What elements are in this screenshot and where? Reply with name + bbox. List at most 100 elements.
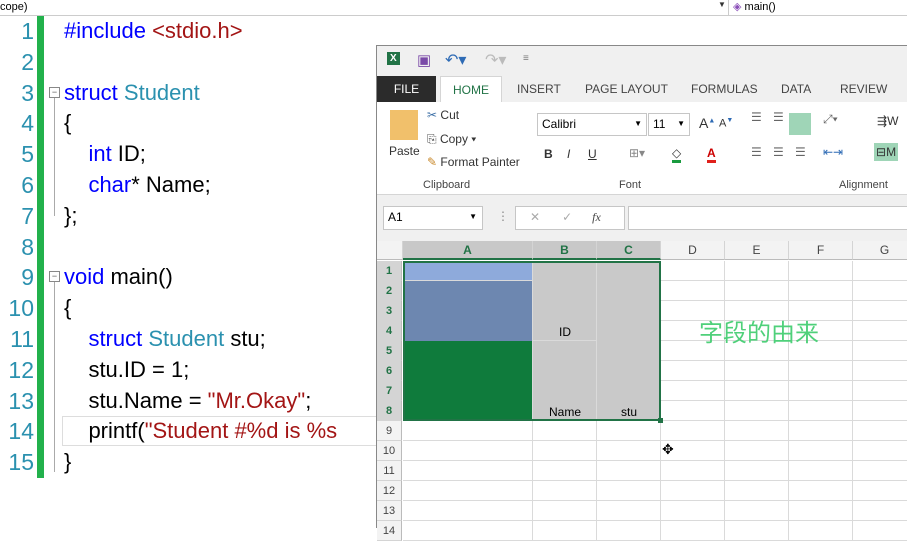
merge-button[interactable]: ⊟M [874, 143, 899, 161]
copy-button[interactable]: ⎘ Copy ▾ [427, 132, 476, 147]
collapse-icon[interactable]: − [49, 87, 60, 98]
cell-G11[interactable] [853, 461, 907, 481]
row-header-11[interactable]: 11 [377, 461, 402, 481]
cell-D1[interactable] [661, 261, 725, 281]
code-line[interactable]: } [64, 447, 71, 477]
row-header-2[interactable]: 2 [377, 281, 402, 301]
row-header-14[interactable]: 14 [377, 521, 402, 541]
redo-icon[interactable]: ↷▾ [485, 50, 506, 70]
cell-A9[interactable] [403, 421, 533, 441]
cell-F11[interactable] [789, 461, 853, 481]
align-bottom-icon[interactable] [789, 113, 811, 135]
code-line[interactable]: { [64, 108, 71, 138]
cell-G5[interactable] [853, 341, 907, 361]
cell-F7[interactable] [789, 381, 853, 401]
paste-button[interactable]: Paste [389, 144, 420, 158]
spreadsheet-grid[interactable]: A B C D E F G 1 2 3 4 5 6 7 8 9 10 11 12 13 14 ID Name stu 字段的由来… [377, 241, 907, 541]
chevron-down-icon[interactable]: ▼ [718, 0, 726, 9]
row-header-4[interactable]: 4 [377, 321, 402, 341]
row-header-3[interactable]: 3 [377, 301, 402, 321]
cell-D12[interactable] [661, 481, 725, 501]
cut-button[interactable]: ✂ Cut [427, 108, 459, 122]
decrease-font-icon[interactable]: A▼ [719, 117, 733, 130]
cell-G7[interactable] [853, 381, 907, 401]
align-top-icon[interactable]: ☰ [751, 110, 762, 124]
font-name-dropdown[interactable]: Calibri ▼ [537, 113, 647, 136]
tab-insert[interactable]: INSERT [517, 76, 561, 102]
cell-D6[interactable] [661, 361, 725, 381]
cancel-icon[interactable]: ✕ [530, 210, 540, 224]
row-header-7[interactable]: 7 [377, 381, 402, 401]
cell-F1[interactable] [789, 261, 853, 281]
font-size-dropdown[interactable]: 11 ▼ [648, 113, 690, 136]
cell-C14[interactable] [597, 521, 661, 541]
code-line[interactable]: struct Student [64, 78, 200, 108]
insert-function-icon[interactable]: fx [592, 210, 601, 224]
enter-icon[interactable]: ✓ [562, 210, 572, 224]
cell-F13[interactable] [789, 501, 853, 521]
cell-C9[interactable] [597, 421, 661, 441]
scope-dropdown[interactable]: cope) [0, 1, 28, 13]
row-header-9[interactable]: 9 [377, 421, 402, 441]
code-line[interactable]: printf("Student #%d is %s [64, 416, 337, 446]
orientation-icon[interactable]: ⤢▾ [823, 112, 838, 127]
cell-E1[interactable] [725, 261, 789, 281]
tab-formulas[interactable]: FORMULAS [691, 76, 758, 102]
bold-button[interactable]: B [544, 147, 553, 161]
align-center-icon[interactable]: ☰ [773, 145, 784, 159]
cell-C10[interactable] [597, 441, 661, 461]
column-header-e[interactable]: E [725, 241, 789, 260]
formula-bar-input[interactable] [628, 206, 907, 230]
code-line[interactable]: void main() [64, 262, 173, 292]
align-right-icon[interactable]: ☰ [795, 145, 806, 159]
function-dropdown[interactable]: ◈ main() [728, 0, 907, 15]
collapse-icon[interactable]: − [49, 271, 60, 282]
cell-G13[interactable] [853, 501, 907, 521]
cell-F14[interactable] [789, 521, 853, 541]
cell-A13[interactable] [403, 501, 533, 521]
cell-G1[interactable] [853, 261, 907, 281]
customize-qat-icon[interactable]: ≡ [523, 53, 529, 64]
cell-E2[interactable] [725, 281, 789, 301]
cell-D11[interactable] [661, 461, 725, 481]
cell-B14[interactable] [533, 521, 597, 541]
row-header-8[interactable]: 8 [377, 401, 402, 421]
increase-font-icon[interactable]: A▲ [699, 115, 715, 131]
tab-page-layout[interactable]: PAGE LAYOUT [585, 76, 668, 102]
tab-file[interactable]: FILE [377, 76, 436, 102]
save-icon[interactable]: ▣ [417, 51, 431, 69]
cell-D9[interactable] [661, 421, 725, 441]
wrap-text-button[interactable]: ⇶W [877, 114, 898, 128]
column-header-c[interactable]: C [597, 241, 661, 260]
code-line[interactable]: stu.ID = 1; [64, 355, 189, 385]
undo-icon[interactable]: ↶▾ [445, 50, 466, 70]
cell-E8[interactable] [725, 401, 789, 421]
indent-icons[interactable]: ⇤⇥ [823, 145, 843, 159]
fill-color-icon[interactable]: ◇ [672, 146, 682, 163]
cell-F10[interactable] [789, 441, 853, 461]
cell-G10[interactable] [853, 441, 907, 461]
cell-G8[interactable] [853, 401, 907, 421]
align-left-icon[interactable]: ☰ [751, 145, 762, 159]
cell-C12[interactable] [597, 481, 661, 501]
cell-D8[interactable] [661, 401, 725, 421]
cell-E10[interactable] [725, 441, 789, 461]
cell-D2[interactable] [661, 281, 725, 301]
cell-D7[interactable] [661, 381, 725, 401]
cell-G12[interactable] [853, 481, 907, 501]
row-header-1[interactable]: 1 [377, 261, 402, 281]
cell-F8[interactable] [789, 401, 853, 421]
row-header-5[interactable]: 5 [377, 341, 402, 361]
cell-C11[interactable] [597, 461, 661, 481]
tab-data[interactable]: DATA [781, 76, 811, 102]
cell-A12[interactable] [403, 481, 533, 501]
column-header-d[interactable]: D [661, 241, 725, 260]
format-painter-button[interactable]: ✎ Format Painter [427, 155, 520, 169]
cell-E14[interactable] [725, 521, 789, 541]
cell-G6[interactable] [853, 361, 907, 381]
cell-E11[interactable] [725, 461, 789, 481]
cell-D14[interactable] [661, 521, 725, 541]
code-line[interactable]: #include <stdio.h> [64, 16, 243, 46]
cell-G4[interactable] [853, 321, 907, 341]
code-line[interactable]: struct Student stu; [64, 324, 265, 354]
